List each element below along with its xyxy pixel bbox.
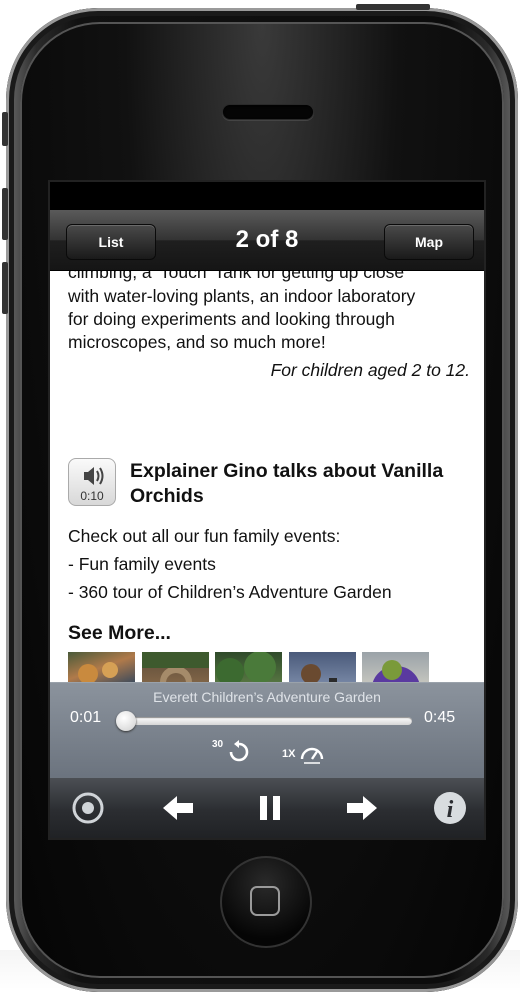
garden-arch-photo[interactable] bbox=[142, 652, 209, 682]
child-microscope-photo[interactable] bbox=[289, 652, 356, 682]
next-arrow-icon bbox=[347, 796, 377, 820]
previous-arrow-icon bbox=[163, 796, 193, 820]
target-icon bbox=[72, 792, 104, 824]
speaker-icon bbox=[84, 467, 104, 485]
intro-line-4: microscopes, and so much more! bbox=[68, 332, 326, 352]
orchid-photo-image bbox=[78, 662, 118, 682]
link-360-tour[interactable]: - 360 tour of Children’s Adventure Garde… bbox=[68, 582, 472, 603]
audience-note: For children aged 2 to 12. bbox=[270, 360, 470, 380]
garden-arch-photo-image bbox=[142, 652, 209, 682]
svg-text:i: i bbox=[447, 797, 454, 823]
progress-knob[interactable] bbox=[115, 711, 136, 731]
total-time: 0:45 bbox=[424, 709, 456, 726]
info-icon: i bbox=[434, 792, 466, 824]
garden-plants-photo[interactable] bbox=[215, 651, 282, 682]
navigation-bar: List 2 of 8 Map bbox=[50, 210, 484, 271]
progress-slider[interactable] bbox=[115, 711, 412, 731]
info-button[interactable]: i bbox=[428, 786, 472, 830]
volume-up-button bbox=[2, 188, 8, 240]
speedometer-icon bbox=[300, 747, 324, 764]
garden-plants-photo-image bbox=[216, 651, 276, 682]
ringer-switch bbox=[2, 112, 8, 146]
child-microscope-photo-image bbox=[301, 664, 337, 682]
audio-player: Everett Children’s Adventure Garden 0:01… bbox=[50, 682, 484, 779]
skip-back-seconds: 30 bbox=[212, 739, 224, 750]
earpiece-speaker bbox=[222, 104, 314, 120]
control-bar: i bbox=[50, 778, 484, 838]
previous-button[interactable] bbox=[156, 786, 200, 830]
skip-back-button[interactable]: 30 bbox=[210, 735, 254, 769]
screen: List 2 of 8 Map climbing, a 'Touch' Tank… bbox=[48, 180, 486, 840]
topiary-gorilla-photo[interactable] bbox=[362, 652, 429, 682]
next-button[interactable] bbox=[340, 786, 384, 830]
see-more-heading: See More... bbox=[68, 622, 171, 644]
audio-duration: 0:10 bbox=[80, 489, 104, 503]
intro-line-3: for doing experiments and looking throug… bbox=[68, 309, 395, 329]
playback-speed-label: 1X bbox=[282, 748, 296, 760]
audio-play-button[interactable]: 0:10 bbox=[68, 458, 116, 506]
sleep-button bbox=[356, 4, 430, 10]
floor-reflection bbox=[0, 950, 520, 990]
pause-button[interactable] bbox=[248, 786, 292, 830]
intro-line-2: with water-loving plants, an indoor labo… bbox=[68, 286, 416, 306]
audio-clip[interactable]: 0:10 Explainer Gino talks about Vanilla … bbox=[68, 454, 478, 510]
events-intro: Check out all our fun family events: bbox=[68, 526, 341, 546]
elapsed-time: 0:01 bbox=[70, 709, 102, 726]
map-button[interactable]: Map bbox=[384, 224, 474, 260]
home-button[interactable] bbox=[220, 856, 312, 948]
volume-down-button bbox=[2, 262, 8, 314]
status-bar bbox=[50, 182, 484, 210]
target-button[interactable] bbox=[66, 786, 110, 830]
pause-icon bbox=[260, 796, 280, 820]
playback-speed-button[interactable]: 1X bbox=[280, 735, 330, 769]
topiary-gorilla-photo-image bbox=[372, 660, 420, 682]
orchid-photo[interactable] bbox=[68, 652, 135, 682]
track-title: Everett Children’s Adventure Garden bbox=[153, 689, 381, 705]
home-square-icon bbox=[250, 886, 280, 916]
rewind-icon bbox=[229, 740, 249, 762]
link-family-events[interactable]: - Fun family events bbox=[68, 554, 472, 575]
audio-title[interactable]: Explainer Gino talks about Vanilla Orchi… bbox=[130, 459, 450, 509]
content-area[interactable]: climbing, a 'Touch' Tank for getting up … bbox=[50, 242, 484, 682]
